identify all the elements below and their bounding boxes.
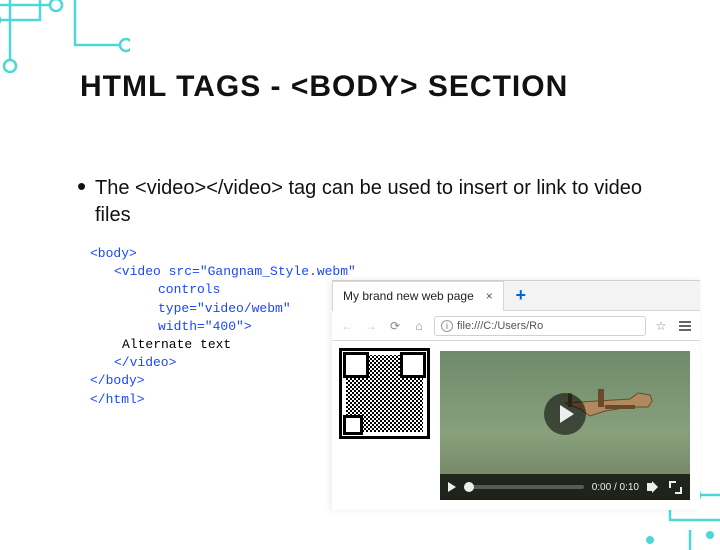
code-line: src="Gangnam_Style.webm" [169, 264, 356, 279]
menu-icon[interactable] [676, 321, 694, 331]
back-button[interactable]: ← [338, 319, 356, 333]
slide-bullet: The <video></video> tag can be used to i… [95, 175, 655, 229]
url-text: file:///C:/Users/Ro [457, 320, 543, 332]
page-viewport: 0:00 / 0:10 [332, 341, 700, 510]
code-line: width="400"> [158, 319, 252, 334]
close-icon[interactable]: × [486, 289, 493, 303]
browser-window: My brand new web page × + ← → ⟳ ⌂ i file… [332, 280, 700, 510]
code-block: <body> <video src="Gangnam_Style.webm" c… [90, 245, 356, 409]
code-line: </video> [114, 355, 176, 370]
fullscreen-icon[interactable] [669, 481, 682, 494]
url-input[interactable]: i file:///C:/Users/Ro [434, 316, 646, 336]
tab-strip: My brand new web page × + [332, 281, 700, 311]
bookmark-button[interactable]: ☆ [652, 319, 670, 333]
code-line: controls [158, 282, 220, 297]
site-info-icon[interactable]: i [441, 320, 453, 332]
time-display: 0:00 / 0:10 [592, 482, 639, 493]
code-line: <video [114, 264, 169, 279]
tab-title: My brand new web page [343, 289, 474, 303]
seek-thumb[interactable] [464, 482, 474, 492]
reload-button[interactable]: ⟳ [386, 319, 404, 333]
new-tab-button[interactable]: + [508, 283, 534, 309]
play-button[interactable] [544, 393, 586, 435]
play-icon[interactable] [448, 482, 456, 492]
browser-tab[interactable]: My brand new web page × [332, 281, 504, 311]
qr-code-image [342, 351, 427, 436]
seek-slider[interactable] [464, 485, 584, 489]
slide-title: HTML TAGS - <BODY> SECTION [80, 70, 568, 104]
code-line: type="video/webm" [158, 301, 291, 316]
code-line: </body> [90, 373, 145, 388]
forward-button[interactable]: → [362, 319, 380, 333]
code-line: </html> [90, 392, 145, 407]
home-button[interactable]: ⌂ [410, 319, 428, 333]
address-bar: ← → ⟳ ⌂ i file:///C:/Users/Ro ☆ [332, 311, 700, 341]
video-controls: 0:00 / 0:10 [440, 474, 690, 500]
code-line: Alternate text [122, 337, 231, 352]
volume-icon[interactable] [647, 481, 661, 493]
video-element[interactable]: 0:00 / 0:10 [440, 351, 690, 500]
code-line: <body> [90, 246, 137, 261]
